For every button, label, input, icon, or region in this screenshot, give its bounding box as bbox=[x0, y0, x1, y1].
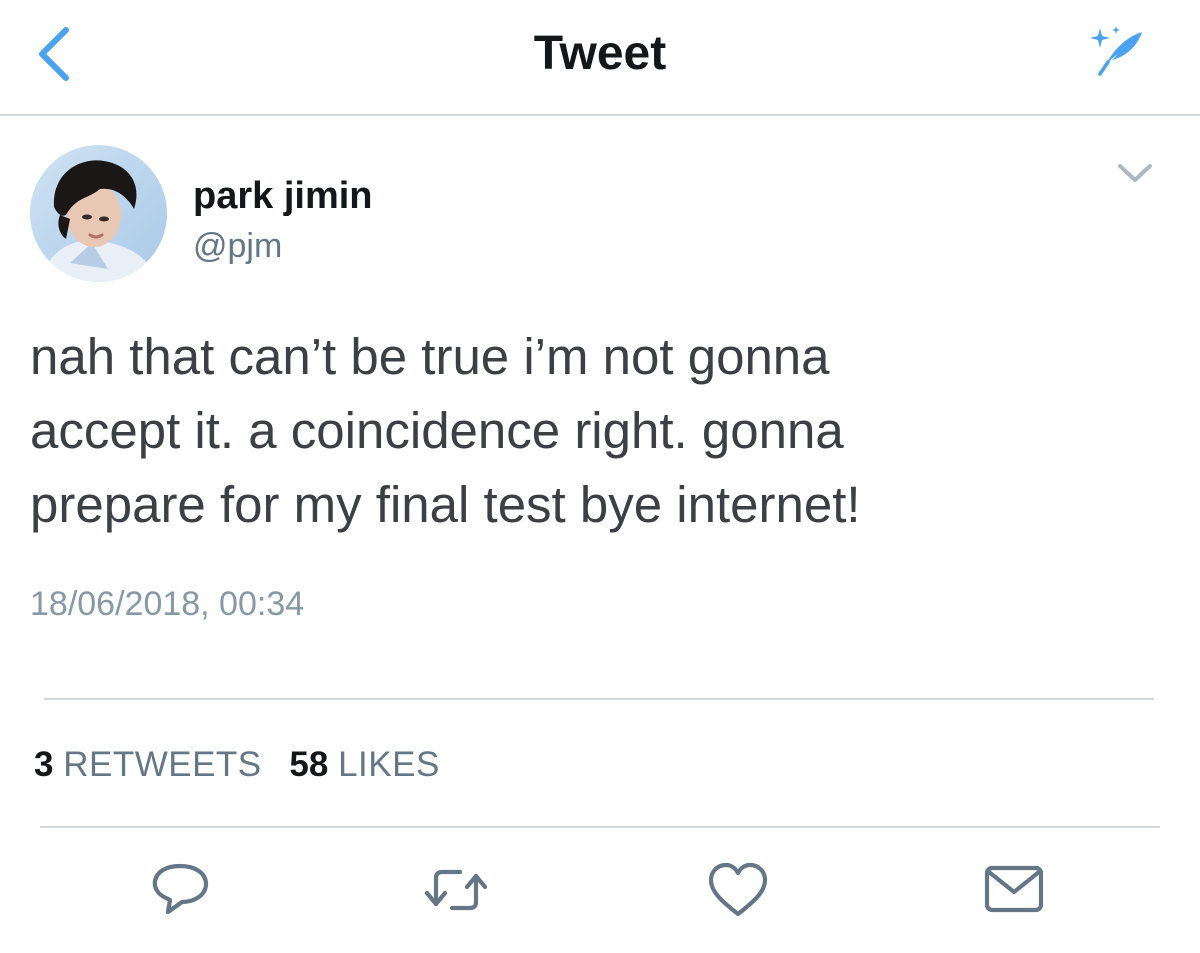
divider bbox=[44, 698, 1154, 700]
like-icon bbox=[708, 862, 768, 917]
share-icon bbox=[984, 865, 1044, 913]
tweet-text: nah that can’t be true i’m not gonna acc… bbox=[30, 320, 1150, 542]
retweet-button[interactable] bbox=[424, 860, 488, 920]
back-button[interactable] bbox=[30, 22, 90, 86]
page-title: Tweet bbox=[533, 27, 667, 80]
tweet-timestamp: 18/06/2018, 00:34 bbox=[30, 585, 305, 623]
author-handle[interactable]: @pjm bbox=[193, 225, 282, 267]
chevron-left-icon bbox=[39, 27, 69, 81]
retweets-label: RETWEETS bbox=[63, 745, 262, 784]
likes-stat[interactable]: 58 LIKES bbox=[289, 745, 439, 784]
chevron-down-icon bbox=[1118, 164, 1152, 182]
profile-photo bbox=[30, 145, 167, 282]
reply-icon bbox=[152, 863, 209, 915]
author-name[interactable]: park jimin bbox=[193, 173, 373, 219]
likes-count: 58 bbox=[289, 745, 329, 784]
tweet-text-line: accept it. a coincidence right. gonna bbox=[30, 402, 844, 459]
tweet-menu-button[interactable] bbox=[1114, 158, 1156, 190]
like-button[interactable] bbox=[706, 860, 770, 920]
retweets-stat[interactable]: 3 RETWEETS bbox=[34, 745, 262, 784]
avatar[interactable] bbox=[30, 145, 167, 282]
retweets-count: 3 bbox=[34, 745, 54, 784]
likes-label: LIKES bbox=[338, 745, 440, 784]
divider bbox=[40, 826, 1160, 828]
retweet-icon bbox=[424, 869, 488, 911]
compose-button[interactable] bbox=[1086, 22, 1150, 78]
nav-bar: Tweet bbox=[0, 0, 1200, 116]
tweet-stats: 3 RETWEETS 58 LIKES bbox=[34, 744, 458, 786]
reply-button[interactable] bbox=[148, 860, 212, 920]
tweet-text-line: prepare for my final test bye internet! bbox=[30, 476, 861, 533]
share-button[interactable] bbox=[982, 860, 1046, 920]
sparkle-quill-icon bbox=[1090, 26, 1142, 76]
tweet-text-line: nah that can’t be true i’m not gonna bbox=[30, 328, 830, 385]
